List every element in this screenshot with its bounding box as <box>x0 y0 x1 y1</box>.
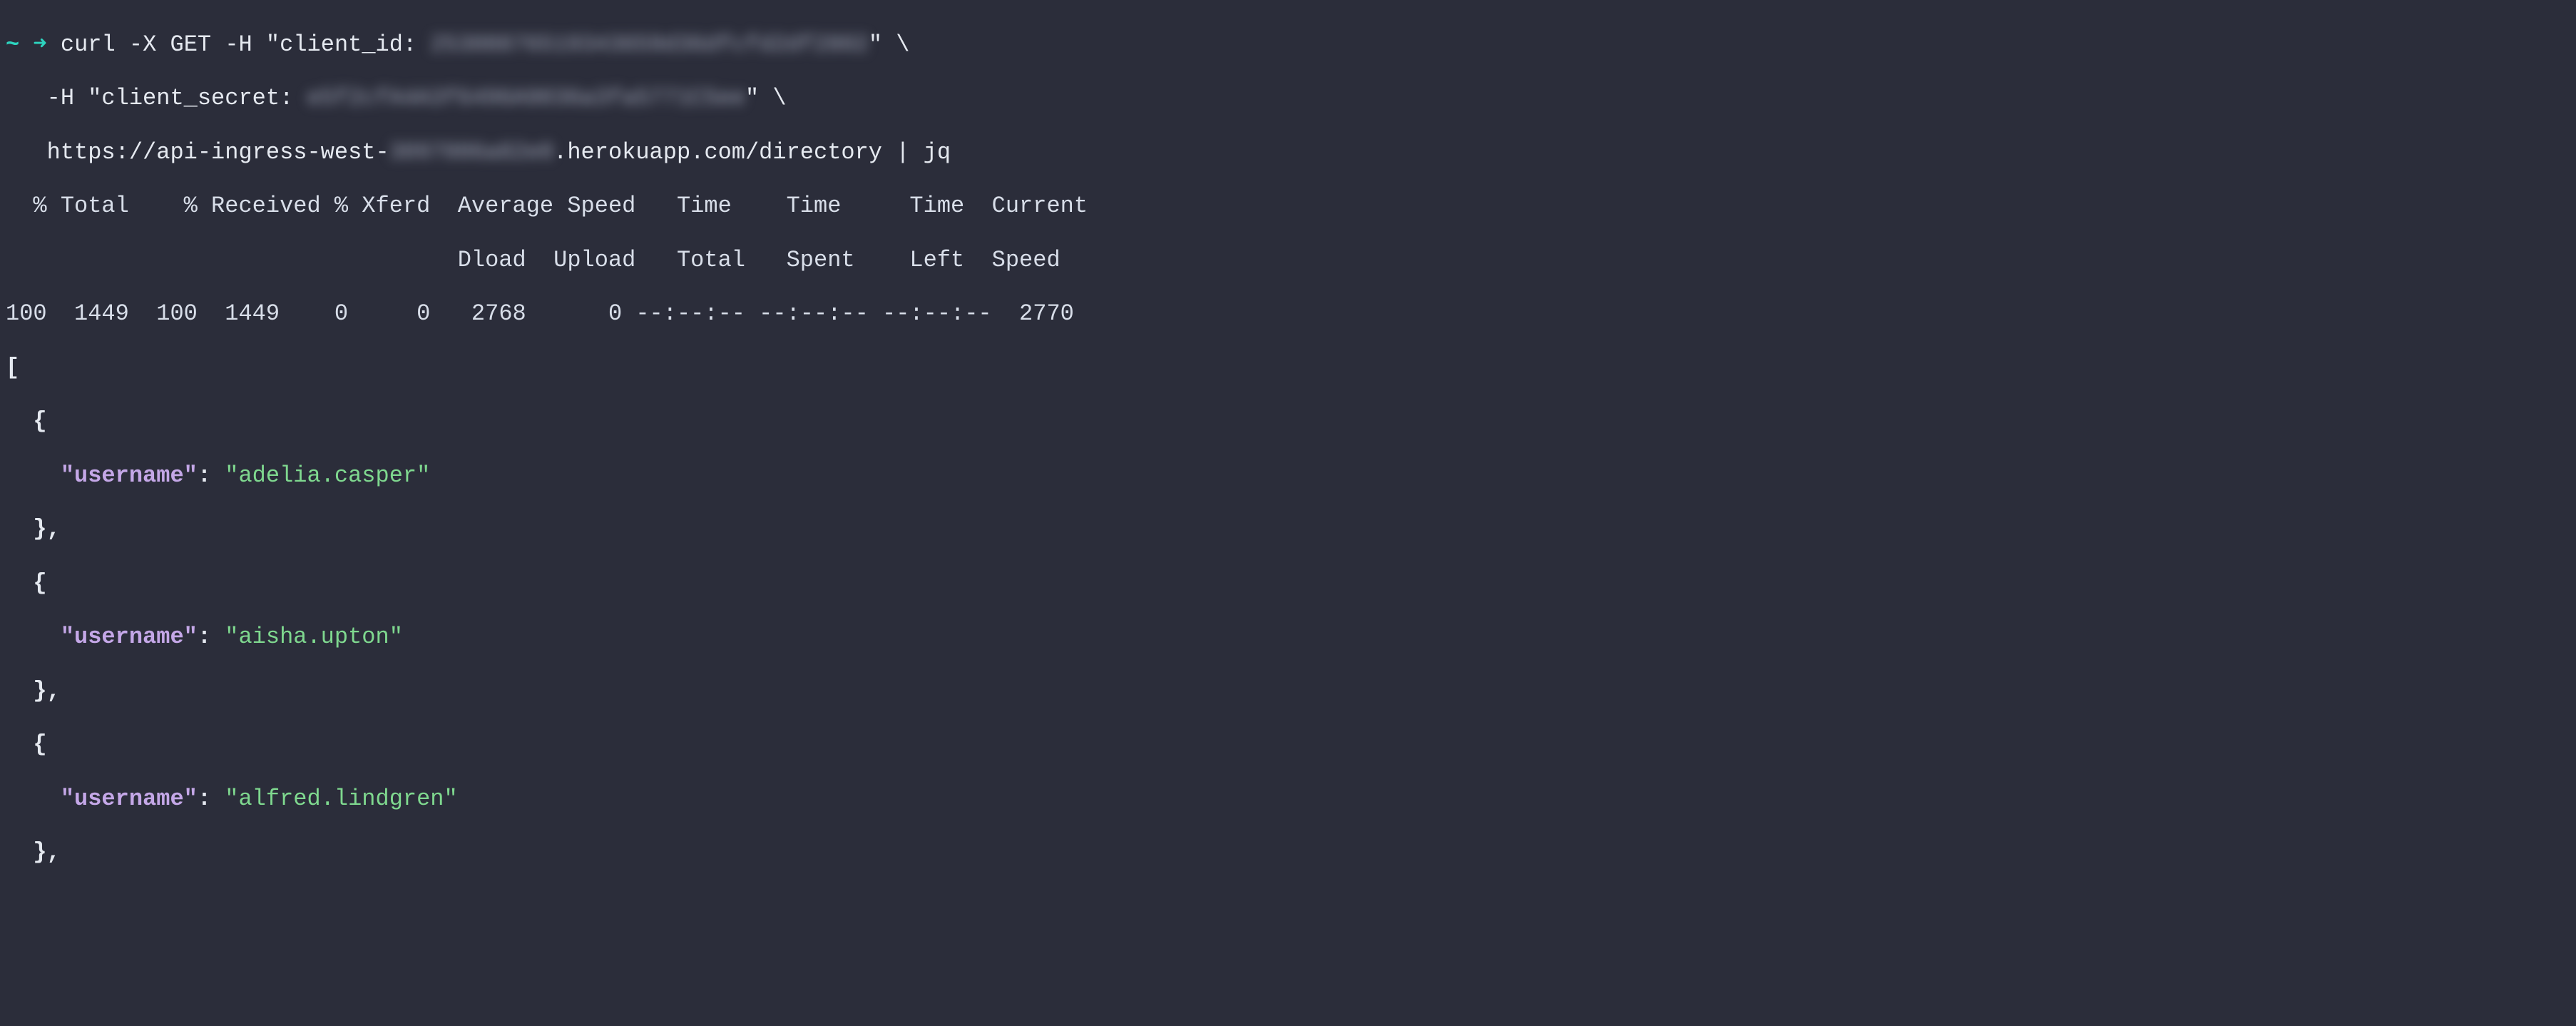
json-key-username: "username" <box>61 624 198 650</box>
command-line-1: ~ ➜ curl -X GET -H "client_id: 253088765… <box>6 31 2570 59</box>
json-array-open: [ <box>6 355 2570 382</box>
cmd-l2b: " \ <box>745 85 787 111</box>
redacted-client-id: 25308876519343659d36dfcfd2df2802 <box>430 31 869 59</box>
json-kv-row: "username": "adelia.casper" <box>6 462 2570 489</box>
terminal-output[interactable]: ~ ➜ curl -X GET -H "client_id: 253088765… <box>0 0 2576 893</box>
json-object-open: { <box>6 731 2570 758</box>
cmd-l1b: " \ <box>869 31 910 58</box>
json-object-close: }, <box>6 839 2570 866</box>
json-value-username: "adelia.casper" <box>225 462 430 489</box>
json-object-close: }, <box>6 678 2570 705</box>
json-kv-row: "username": "aisha.upton" <box>6 624 2570 651</box>
json-value-username: "aisha.upton" <box>225 624 403 650</box>
command-line-2: -H "client_secret: e5f2cfA4A3f6496A9036a… <box>6 85 2570 112</box>
json-object-open: { <box>6 570 2570 597</box>
json-key-username: "username" <box>61 462 198 489</box>
cmd-l3a: https://api-ingress-west- <box>6 139 389 166</box>
prompt-arrow-icon: ➜ <box>33 31 46 58</box>
cmd-l3b: .herokuapp.com/directory | jq <box>553 139 951 166</box>
redacted-host-suffix: 3097006a82e0 <box>389 139 553 166</box>
prompt-tilde: ~ <box>6 31 19 58</box>
json-object-open: { <box>6 408 2570 435</box>
redacted-client-secret: e5f2cfA4A3f6496A9036a3fa5771C5ee <box>307 85 745 112</box>
cmd-l1a: curl -X GET -H "client_id: <box>47 31 431 58</box>
progress-header-1: % Total % Received % Xferd Average Speed… <box>6 193 2570 220</box>
progress-header-2: Dload Upload Total Spent Left Speed <box>6 247 2570 274</box>
command-line-3: https://api-ingress-west-3097006a82e0.he… <box>6 139 2570 166</box>
json-object-close: }, <box>6 516 2570 543</box>
json-kv-row: "username": "alfred.lindgren" <box>6 786 2570 813</box>
json-value-username: "alfred.lindgren" <box>225 786 457 812</box>
json-key-username: "username" <box>61 786 198 812</box>
cmd-l2a: -H "client_secret: <box>6 85 307 111</box>
progress-row: 100 1449 100 1449 0 0 2768 0 --:--:-- --… <box>6 300 2570 327</box>
